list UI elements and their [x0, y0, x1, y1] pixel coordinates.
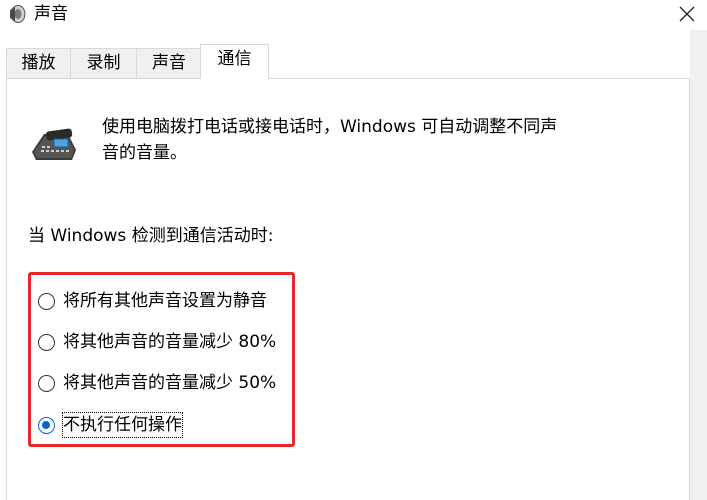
radio-reduce-50[interactable] — [38, 374, 55, 392]
option-reduce-50[interactable]: 将其他声音的音量减少 50% — [38, 369, 276, 397]
tab-communications[interactable]: 通信 — [200, 44, 269, 79]
title-bar: 声音 — [0, 0, 707, 30]
tab-recording[interactable]: 录制 — [70, 48, 137, 78]
option-do-nothing[interactable]: 不执行任何操作 — [38, 411, 183, 439]
radio-mute-all[interactable] — [38, 292, 55, 310]
option-label: 将其他声音的音量减少 50% — [63, 373, 277, 393]
window-title: 声音 — [34, 4, 68, 24]
option-reduce-80[interactable]: 将其他声音的音量减少 80% — [38, 328, 276, 356]
close-icon — [679, 6, 695, 22]
tab-playback[interactable]: 播放 — [6, 48, 71, 78]
tab-strip: 播放 录制 声音 通信 — [0, 44, 707, 79]
tab-sounds[interactable]: 声音 — [136, 48, 202, 78]
option-mute-all[interactable]: 将所有其他声音设置为静音 — [38, 287, 267, 315]
telephone-icon — [32, 128, 76, 160]
description-text: 使用电脑拨打电话或接电话时，Windows 可自动调整不同声音的音量。 — [102, 117, 558, 163]
speaker-icon — [10, 5, 26, 23]
option-label: 将其他声音的音量减少 80% — [63, 332, 277, 352]
sound-dialog: 声音 播放 录制 声音 通信 使用电脑拨打电话或接电话时，Windows 可自动… — [0, 0, 707, 500]
window-edge — [690, 30, 707, 500]
option-label: 将所有其他声音设置为静音 — [63, 291, 267, 311]
close-button[interactable] — [667, 0, 707, 28]
radio-do-nothing[interactable] — [38, 416, 55, 434]
prompt-label: 当 Windows 检测到通信活动时: — [28, 226, 274, 246]
radio-reduce-80[interactable] — [38, 333, 55, 351]
option-label: 不执行任何操作 — [62, 412, 183, 438]
